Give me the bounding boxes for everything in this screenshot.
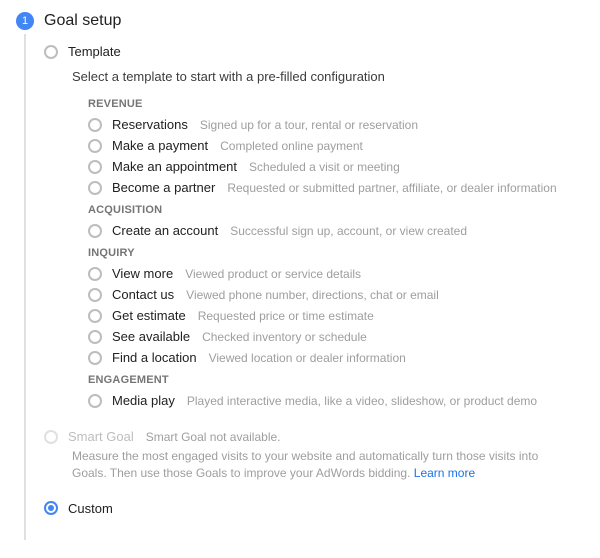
radio-make-appointment[interactable] xyxy=(88,160,102,174)
radio-media-play[interactable] xyxy=(88,394,102,408)
option-smart-goal-status: Smart Goal not available. xyxy=(146,430,281,444)
option-get-estimate-label: Get estimate xyxy=(112,308,186,323)
radio-custom[interactable] xyxy=(44,501,58,515)
option-custom-label: Custom xyxy=(68,501,113,516)
option-smart-goal-label: Smart Goal xyxy=(68,429,134,444)
option-media-play[interactable]: Media play Played interactive media, lik… xyxy=(88,390,580,411)
radio-template[interactable] xyxy=(44,45,58,59)
radio-get-estimate[interactable] xyxy=(88,309,102,323)
option-smart-goal: Smart Goal Smart Goal not available. xyxy=(44,427,580,446)
option-view-more[interactable]: View more Viewed product or service deta… xyxy=(88,263,580,284)
step-number-badge: 1 xyxy=(16,12,34,30)
option-find-location-sub: Viewed location or dealer information xyxy=(209,351,406,365)
option-get-estimate[interactable]: Get estimate Requested price or time est… xyxy=(88,305,580,326)
option-create-account-sub: Successful sign up, account, or view cre… xyxy=(230,224,467,238)
group-acquisition: ACQUISITION Create an account Successful… xyxy=(44,204,580,241)
option-view-more-label: View more xyxy=(112,266,173,281)
option-template-label: Template xyxy=(68,44,121,59)
option-media-play-label: Media play xyxy=(112,393,175,408)
group-acquisition-title: ACQUISITION xyxy=(88,204,580,216)
option-reservations-sub: Signed up for a tour, rental or reservat… xyxy=(200,118,418,132)
option-become-partner-sub: Requested or submitted partner, affiliat… xyxy=(227,181,556,195)
radio-create-account[interactable] xyxy=(88,224,102,238)
radio-contact-us[interactable] xyxy=(88,288,102,302)
smart-goal-description: Measure the most engaged visits to your … xyxy=(44,446,580,483)
radio-reservations[interactable] xyxy=(88,118,102,132)
learn-more-link[interactable]: Learn more xyxy=(414,466,475,480)
group-inquiry: INQUIRY View more Viewed product or serv… xyxy=(44,247,580,368)
option-become-partner-label: Become a partner xyxy=(112,180,215,195)
radio-become-partner[interactable] xyxy=(88,181,102,195)
template-instruction: Select a template to start with a pre-fi… xyxy=(44,63,580,92)
radio-view-more[interactable] xyxy=(88,267,102,281)
option-become-partner[interactable]: Become a partner Requested or submitted … xyxy=(88,177,580,198)
option-template[interactable]: Template xyxy=(44,40,580,63)
group-engagement: ENGAGEMENT Media play Played interactive… xyxy=(44,374,580,411)
option-contact-us-label: Contact us xyxy=(112,287,174,302)
option-reservations[interactable]: Reservations Signed up for a tour, renta… xyxy=(88,114,580,135)
step-title: Goal setup xyxy=(44,12,121,30)
option-create-account[interactable]: Create an account Successful sign up, ac… xyxy=(88,220,580,241)
option-get-estimate-sub: Requested price or time estimate xyxy=(198,309,374,323)
step-header: 1 Goal setup xyxy=(0,6,600,32)
radio-find-location[interactable] xyxy=(88,351,102,365)
option-make-payment-label: Make a payment xyxy=(112,138,208,153)
option-make-payment[interactable]: Make a payment Completed online payment xyxy=(88,135,580,156)
option-see-available-label: See available xyxy=(112,329,190,344)
option-make-appointment-label: Make an appointment xyxy=(112,159,237,174)
option-create-account-label: Create an account xyxy=(112,223,218,238)
group-revenue: REVENUE Reservations Signed up for a tou… xyxy=(44,98,580,198)
option-custom[interactable]: Custom xyxy=(44,497,580,520)
radio-make-payment[interactable] xyxy=(88,139,102,153)
option-make-appointment-sub: Scheduled a visit or meeting xyxy=(249,160,400,174)
option-contact-us-sub: Viewed phone number, directions, chat or… xyxy=(186,288,439,302)
option-make-payment-sub: Completed online payment xyxy=(220,139,363,153)
radio-see-available[interactable] xyxy=(88,330,102,344)
option-contact-us[interactable]: Contact us Viewed phone number, directio… xyxy=(88,284,580,305)
group-inquiry-title: INQUIRY xyxy=(88,247,580,259)
option-view-more-sub: Viewed product or service details xyxy=(185,267,361,281)
group-engagement-title: ENGAGEMENT xyxy=(88,374,580,386)
option-find-location[interactable]: Find a location Viewed location or deale… xyxy=(88,347,580,368)
option-media-play-sub: Played interactive media, like a video, … xyxy=(187,394,537,408)
option-see-available[interactable]: See available Checked inventory or sched… xyxy=(88,326,580,347)
option-find-location-label: Find a location xyxy=(112,350,197,365)
option-see-available-sub: Checked inventory or schedule xyxy=(202,330,367,344)
option-reservations-label: Reservations xyxy=(112,117,188,132)
option-make-appointment[interactable]: Make an appointment Scheduled a visit or… xyxy=(88,156,580,177)
step-connector-line xyxy=(24,34,26,540)
group-revenue-title: REVENUE xyxy=(88,98,580,110)
radio-smart-goal xyxy=(44,430,58,444)
